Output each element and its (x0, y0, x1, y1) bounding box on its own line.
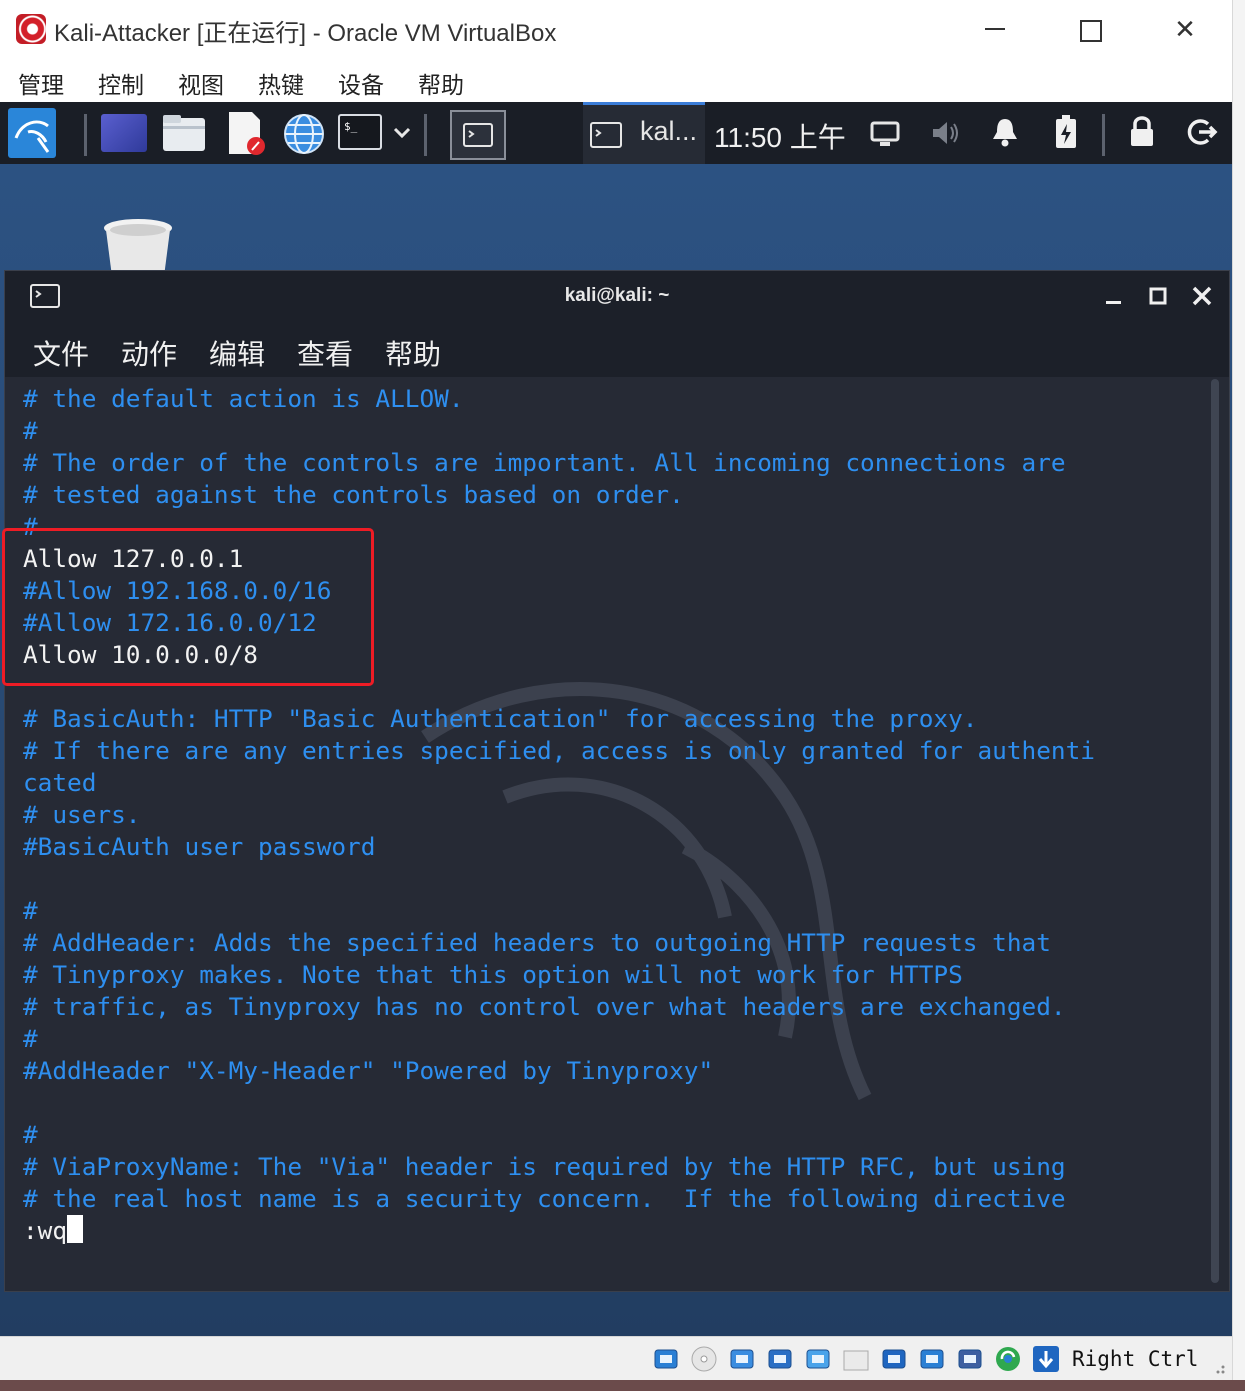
terminal-menu-edit[interactable]: 编辑 (209, 333, 265, 373)
terminal-maximize-button[interactable] (1145, 283, 1171, 309)
file-manager-icon[interactable] (162, 114, 206, 152)
menu-help[interactable]: 帮助 (418, 66, 464, 100)
active-workspace-icon[interactable] (450, 110, 506, 160)
battery-icon[interactable] (1054, 114, 1078, 150)
logout-icon[interactable] (1186, 116, 1218, 148)
chevron-down-icon[interactable] (392, 122, 412, 142)
usb-icon[interactable] (804, 1345, 832, 1373)
text-cursor (67, 1215, 84, 1243)
notification-bell-icon[interactable] (990, 116, 1020, 148)
terminal-launcher-icon[interactable]: $_ (338, 114, 382, 150)
vim-command-line[interactable]: :wq (23, 1215, 1095, 1247)
terminal-menu-view[interactable]: 查看 (297, 333, 353, 373)
terminal-line: # the default action is ALLOW. (23, 384, 464, 413)
host-key-label: Right Ctrl (1072, 1347, 1199, 1371)
host-background-strip (0, 1380, 1245, 1391)
terminal-window: kali@kali: ~ 文件 动作 编辑 查看 帮助 # the defaul… (4, 270, 1230, 1292)
terminal-menu-help[interactable]: 帮助 (385, 333, 441, 373)
host-titlebar: Kali-Attacker [正在运行] - Oracle VM Virtual… (0, 0, 1232, 58)
lock-icon[interactable] (1128, 114, 1156, 148)
terminal-close-button[interactable] (1189, 283, 1215, 309)
terminal-menu-file[interactable]: 文件 (33, 333, 89, 373)
show-desktop-icon[interactable] (101, 114, 147, 152)
resize-grip-icon[interactable] (1212, 1361, 1226, 1375)
terminal-text-area[interactable]: # the default action is ALLOW. # # The ord… (5, 377, 1211, 1291)
terminal-minimize-button[interactable] (1101, 283, 1127, 309)
kali-menu-icon[interactable] (8, 108, 56, 158)
terminal-line: # The order of the controls are importan… (23, 448, 1066, 477)
network-icon[interactable] (766, 1345, 794, 1373)
terminal-line: # users. (23, 800, 141, 829)
red-highlight-box (2, 528, 374, 686)
optical-drive-icon[interactable] (690, 1345, 718, 1373)
virtualization-icon[interactable] (956, 1345, 984, 1373)
menu-control[interactable]: 控制 (98, 66, 144, 100)
terminal-line: # (23, 1024, 38, 1053)
shared-folders-icon[interactable] (842, 1345, 870, 1373)
menu-devices[interactable]: 设备 (338, 66, 384, 100)
vim-command-text: :wq (23, 1216, 68, 1245)
text-editor-icon[interactable] (226, 110, 266, 156)
terminal-title: kali@kali: ~ (564, 285, 670, 306)
terminal-line: # AddHeader: Adds the specified headers … (23, 928, 1051, 957)
panel-clock[interactable]: 11:50 上午 (714, 116, 846, 156)
menu-manage[interactable]: 管理 (18, 66, 64, 100)
window-edge (1232, 0, 1245, 1391)
terminal-line: # Tinyproxy makes. Note that this option… (23, 960, 963, 989)
terminal-line: # (23, 896, 38, 925)
terminal-scrollbar[interactable] (1211, 379, 1219, 1283)
terminal-line: # traffic, as Tinyproxy has no control o… (23, 992, 1066, 1021)
video-capture-icon[interactable] (918, 1345, 946, 1373)
host-key-arrow-icon[interactable] (1032, 1345, 1060, 1373)
terminal-line: # (23, 1120, 38, 1149)
panel-separator (424, 114, 427, 156)
guest-additions-icon[interactable] (994, 1345, 1022, 1373)
terminal-line: # (23, 416, 38, 445)
menu-hotkeys[interactable]: 热键 (258, 66, 304, 100)
minimize-button[interactable] (972, 8, 1018, 50)
web-browser-icon[interactable] (282, 112, 326, 156)
terminal-line: # the real host name is a security conce… (23, 1184, 1066, 1213)
close-button[interactable]: ✕ (1162, 8, 1208, 50)
audio-icon[interactable] (728, 1345, 756, 1373)
terminal-line: # ViaProxyName: The "Via" header is requ… (23, 1152, 1066, 1181)
terminal-line: cated (23, 768, 97, 797)
panel-separator (1102, 114, 1105, 156)
host-menubar: 管理 控制 视图 热键 设备 帮助 (0, 60, 1232, 100)
terminal-line: # tested against the controls based on o… (23, 480, 684, 509)
virtualbox-statusbar: Right Ctrl (0, 1336, 1232, 1381)
hard-disk-icon[interactable] (652, 1345, 680, 1373)
svg-text:$_: $_ (344, 120, 358, 133)
maximize-button[interactable] (1068, 8, 1114, 50)
terminal-line: #BasicAuth user password (23, 832, 376, 861)
taskbar-item-label[interactable]: kal... (640, 116, 697, 147)
display-icon[interactable] (880, 1345, 908, 1373)
kali-top-panel: $_ kal... 11:50 上午 (0, 102, 1232, 164)
window-title: Kali-Attacker [正在运行] - Oracle VM Virtual… (54, 20, 557, 47)
terminal-lines: # the default action is ALLOW. # # The ord… (23, 383, 1095, 1247)
terminal-menubar: 文件 动作 编辑 查看 帮助 (5, 323, 1229, 377)
terminal-line: #AddHeader "X-My-Header" "Powered by Tin… (23, 1056, 714, 1085)
terminal-titlebar: kali@kali: ~ (5, 271, 1229, 323)
volume-icon[interactable] (930, 118, 962, 148)
terminal-menu-actions[interactable]: 动作 (121, 333, 177, 373)
panel-separator (84, 114, 87, 156)
virtualbox-app-icon (16, 14, 46, 44)
terminal-line: # BasicAuth: HTTP "Basic Authentication"… (23, 704, 978, 733)
network-status-icon[interactable] (870, 120, 900, 148)
menu-view[interactable]: 视图 (178, 66, 224, 100)
terminal-line: # If there are any entries specified, ac… (23, 736, 1095, 765)
